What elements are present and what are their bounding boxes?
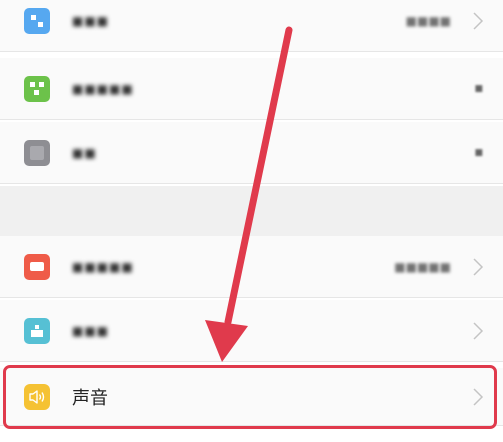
chevron-right-icon xyxy=(471,387,485,407)
row-label: ■■■■■ xyxy=(72,81,134,96)
row-label: ■■ xyxy=(72,145,97,160)
row-value: ■■■■ xyxy=(405,13,451,28)
chevron-right-icon xyxy=(471,11,485,31)
teal-app-icon xyxy=(24,317,50,344)
settings-row-3[interactable]: ■■ ■ xyxy=(0,122,503,184)
row-label: ■■■ xyxy=(72,13,110,28)
speaker-icon xyxy=(24,383,50,410)
red-message-icon xyxy=(24,253,50,280)
settings-row-1[interactable]: ■■■ ■■■■ xyxy=(0,0,503,52)
settings-row-2[interactable]: ■■■■■ ■ xyxy=(0,58,503,120)
status-dot: ■ xyxy=(474,147,483,158)
status-dot: ■ xyxy=(474,83,483,94)
chevron-right-icon xyxy=(471,321,485,341)
blue-grid-icon xyxy=(24,7,50,34)
row-label: ■■■■■ xyxy=(72,259,134,274)
settings-row-4[interactable]: ■■■■■ ■■■■■ xyxy=(0,236,503,298)
settings-row-5[interactable]: ■■■ xyxy=(0,300,503,362)
row-value: ■■■■■ xyxy=(394,259,451,274)
row-label: ■■■ xyxy=(72,323,110,338)
settings-row-sound[interactable]: 声音 xyxy=(0,368,503,426)
green-grid-icon xyxy=(24,75,50,102)
chevron-right-icon xyxy=(471,257,485,277)
grey-square-icon xyxy=(24,139,50,166)
section-divider xyxy=(0,186,503,237)
sound-label: 声音 xyxy=(72,387,108,409)
